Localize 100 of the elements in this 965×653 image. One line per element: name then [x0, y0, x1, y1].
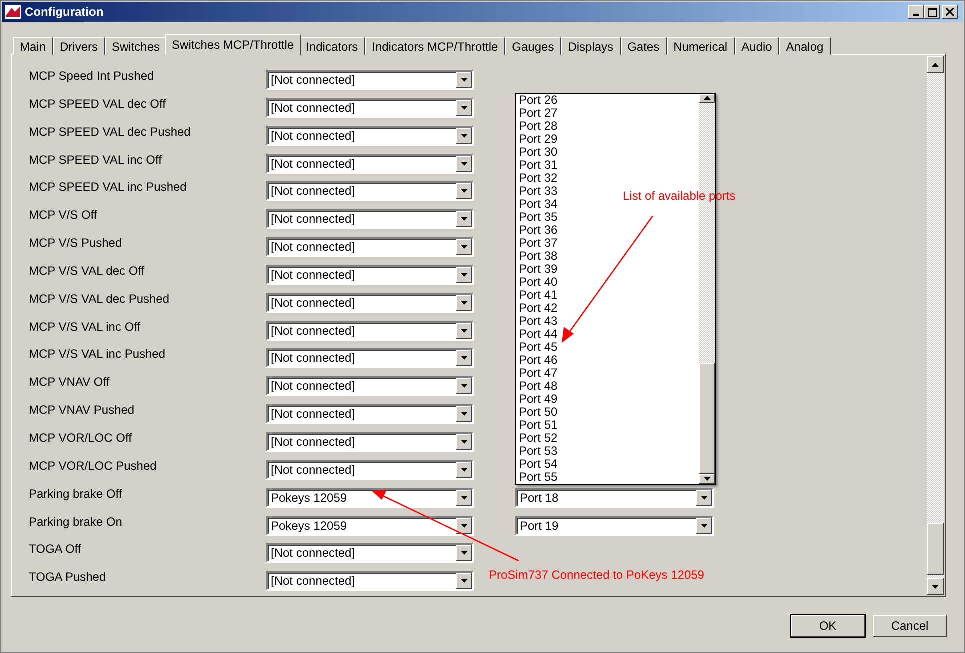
- close-button[interactable]: [942, 5, 958, 19]
- scroll-up-button[interactable]: [927, 56, 944, 73]
- scroll-thumb[interactable]: [699, 363, 715, 474]
- device-combo[interactable]: [Not connected]: [266, 70, 474, 90]
- port-option[interactable]: Port 39: [519, 262, 558, 276]
- port-option[interactable]: Port 30: [519, 146, 558, 159]
- device-combo[interactable]: [Not connected]: [266, 237, 474, 258]
- device-combo[interactable]: [Not connected]: [266, 348, 474, 368]
- dropdown-button[interactable]: [456, 350, 472, 366]
- port-option[interactable]: Port 34: [519, 198, 558, 211]
- device-combo[interactable]: [Not connected]: [266, 181, 474, 202]
- port-option[interactable]: Port 28: [519, 120, 558, 133]
- dropdown-button[interactable]: [456, 434, 472, 450]
- tab[interactable]: Switches MCP/Throttle: [165, 34, 302, 55]
- port-option[interactable]: Port 37: [519, 236, 558, 250]
- port-option[interactable]: Port 41: [519, 288, 558, 302]
- port-option[interactable]: Port 55: [519, 470, 558, 484]
- dropdown-button[interactable]: [456, 573, 472, 590]
- ok-button[interactable]: OK: [791, 615, 865, 637]
- dropdown-button[interactable]: [456, 462, 472, 478]
- maximize-button[interactable]: [924, 5, 940, 19]
- down-arrow-icon: [460, 356, 468, 360]
- dropdown-button[interactable]: [456, 128, 472, 144]
- port-option[interactable]: Port 51: [519, 418, 558, 432]
- port-option[interactable]: Port 48: [519, 380, 558, 393]
- dropdown-button[interactable]: [456, 378, 472, 394]
- device-combo[interactable]: [Not connected]: [266, 320, 474, 341]
- dropdown-button[interactable]: [456, 322, 472, 339]
- device-combo[interactable]: [Not connected]: [266, 154, 474, 174]
- port-option[interactable]: Port 31: [519, 158, 558, 172]
- port-option[interactable]: Port 29: [519, 132, 558, 146]
- tab[interactable]: Switches: [105, 37, 168, 55]
- scroll-down-button[interactable]: [927, 578, 944, 595]
- device-combo[interactable]: Pokeys 12059: [266, 488, 474, 508]
- dropdown-button[interactable]: [696, 490, 712, 506]
- device-combo[interactable]: [Not connected]: [266, 376, 474, 396]
- dropdown-button[interactable]: [456, 266, 472, 283]
- port-option[interactable]: Port 49: [519, 392, 558, 406]
- tab[interactable]: Gauges: [505, 37, 562, 55]
- device-combo[interactable]: [Not connected]: [266, 404, 474, 424]
- port-option[interactable]: Port 33: [519, 184, 558, 198]
- dropdown-button[interactable]: [456, 518, 472, 534]
- tab[interactable]: Indicators: [299, 37, 366, 55]
- cancel-button[interactable]: Cancel: [873, 615, 947, 637]
- minimize-button[interactable]: [908, 5, 924, 19]
- dropdown-button[interactable]: [456, 156, 472, 172]
- scrollbar[interactable]: [927, 56, 944, 595]
- tab[interactable]: Numerical: [666, 37, 735, 55]
- tab[interactable]: Displays: [561, 37, 621, 55]
- device-combo[interactable]: [Not connected]: [266, 432, 474, 452]
- device-combo[interactable]: [Not connected]: [266, 209, 474, 230]
- device-combo[interactable]: Pokeys 12059: [266, 516, 474, 536]
- port-option[interactable]: Port 52: [519, 432, 558, 445]
- port-option[interactable]: Port 45: [519, 340, 558, 354]
- device-combo[interactable]: [Not connected]: [266, 292, 474, 313]
- port-option[interactable]: Port 44: [519, 328, 558, 341]
- dropdown-button[interactable]: [456, 211, 472, 228]
- port-option[interactable]: Port 38: [519, 250, 558, 263]
- port-combo[interactable]: Port 19: [515, 516, 714, 536]
- dropdown-button[interactable]: [456, 490, 472, 506]
- port-option[interactable]: Port 35: [519, 210, 558, 224]
- port-option[interactable]: Port 40: [519, 276, 558, 289]
- dropdown-button[interactable]: [456, 294, 472, 311]
- port-option[interactable]: Port 53: [519, 444, 558, 458]
- port-option[interactable]: Port 46: [519, 354, 558, 367]
- tab[interactable]: Gates: [620, 37, 667, 55]
- down-arrow-icon: [460, 496, 468, 500]
- port-option[interactable]: Port 36: [519, 224, 558, 237]
- dropdown-button[interactable]: [456, 183, 472, 200]
- scroll-up-button[interactable]: [699, 94, 715, 104]
- down-arrow-icon: [932, 584, 939, 588]
- tab[interactable]: Main: [13, 37, 54, 55]
- dropdown-button[interactable]: [696, 518, 712, 534]
- port-option[interactable]: Port 47: [519, 366, 558, 380]
- port-option[interactable]: Port 32: [519, 172, 558, 185]
- device-combo[interactable]: [Not connected]: [266, 571, 474, 592]
- port-option[interactable]: Port 50: [519, 406, 558, 419]
- port-option[interactable]: Port 42: [519, 302, 558, 315]
- device-combo[interactable]: [Not connected]: [266, 460, 474, 480]
- device-combo[interactable]: [Not connected]: [266, 126, 474, 146]
- dropdown-button[interactable]: [456, 545, 472, 562]
- port-option[interactable]: Port 27: [519, 106, 558, 120]
- device-combo[interactable]: [Not connected]: [266, 98, 474, 118]
- dropdown-button[interactable]: [456, 406, 472, 422]
- port-combo[interactable]: Port 18: [515, 488, 714, 508]
- port-option[interactable]: Port 26: [519, 94, 558, 107]
- tab[interactable]: Audio: [734, 37, 780, 55]
- tab[interactable]: Analog: [779, 37, 831, 55]
- dropdown-button[interactable]: [456, 239, 472, 256]
- scroll-thumb[interactable]: [927, 523, 944, 575]
- dropdown-button[interactable]: [456, 100, 472, 116]
- device-combo[interactable]: [Not connected]: [266, 264, 474, 285]
- port-option[interactable]: Port 43: [519, 314, 558, 328]
- port-option[interactable]: Port 54: [519, 458, 558, 471]
- device-combo[interactable]: [Not connected]: [266, 543, 474, 564]
- tab[interactable]: Drivers: [53, 37, 106, 55]
- tab[interactable]: Indicators MCP/Throttle: [365, 37, 506, 55]
- switch-label: MCP SPEED VAL dec Off: [29, 96, 167, 111]
- dropdown-button[interactable]: [456, 72, 472, 88]
- scroll-down-button[interactable]: [699, 474, 715, 484]
